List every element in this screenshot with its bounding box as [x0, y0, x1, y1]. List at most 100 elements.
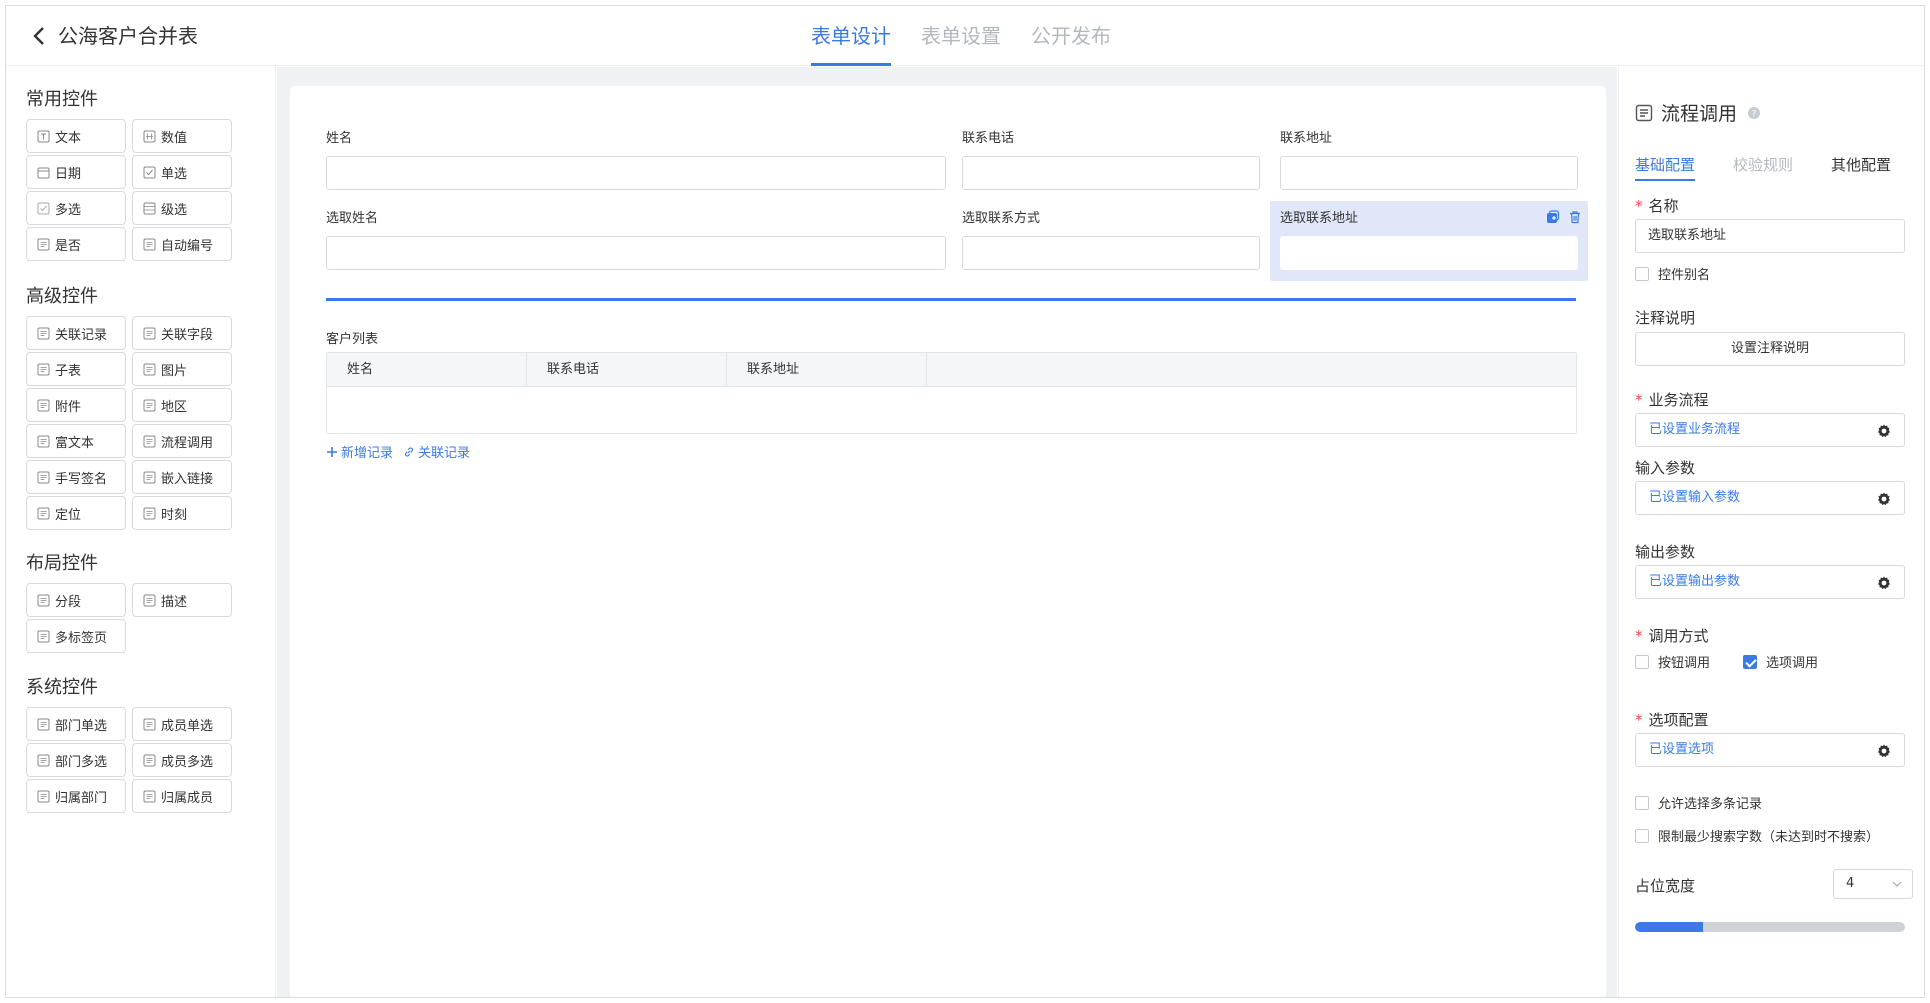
- palette-item[interactable]: 归属成员: [132, 779, 232, 813]
- set-note-button[interactable]: 设置注释说明: [1635, 332, 1905, 366]
- palette-item[interactable]: 多选: [26, 191, 126, 225]
- flow-label: * 业务流程: [1635, 391, 1709, 409]
- palette-item-label: 关联字段: [161, 327, 214, 343]
- gear-icon[interactable]: [1876, 575, 1892, 591]
- palette-item[interactable]: 定位: [26, 496, 126, 530]
- section-icon: [37, 594, 50, 607]
- pick-contact-input[interactable]: [962, 236, 1260, 270]
- add-record-button[interactable]: 新增记录: [326, 442, 393, 461]
- config-title-text: 流程调用: [1661, 103, 1738, 125]
- palette-item-label: 单选: [161, 166, 188, 182]
- palette-item[interactable]: 归属部门: [26, 779, 126, 813]
- gear-icon[interactable]: [1876, 743, 1892, 759]
- option-config-text: 选项配置: [1648, 711, 1709, 729]
- palette-item[interactable]: 图片: [132, 352, 232, 386]
- pick-name-input[interactable]: [326, 236, 946, 270]
- palette-item[interactable]: 时刻: [132, 496, 232, 530]
- field-pick-name[interactable]: 选取姓名: [326, 210, 946, 272]
- palette-item[interactable]: 是否: [26, 227, 126, 261]
- palette-item[interactable]: 子表: [26, 352, 126, 386]
- palette-item[interactable]: 单选: [132, 155, 232, 189]
- description-icon: [143, 594, 156, 607]
- radio-icon: [143, 166, 156, 179]
- tab-other-config[interactable]: 其他配置: [1831, 154, 1891, 181]
- link-record-button[interactable]: 关联记录: [403, 442, 470, 461]
- field-name[interactable]: 姓名: [326, 130, 946, 192]
- width-select[interactable]: 4: [1833, 869, 1913, 899]
- name-field[interactable]: 选取联系地址: [1635, 219, 1905, 253]
- field-phone[interactable]: 联系电话: [962, 130, 1260, 192]
- palette-item[interactable]: 关联记录: [26, 316, 126, 350]
- palette-item[interactable]: 数值: [132, 119, 232, 153]
- phone-input[interactable]: [962, 156, 1260, 190]
- section-divider: [326, 298, 1576, 301]
- palette-item-label: 数值: [161, 130, 188, 146]
- palette-item-label: 子表: [55, 363, 82, 379]
- palette-item[interactable]: 成员单选: [132, 707, 232, 741]
- palette-item[interactable]: 手写签名: [26, 460, 126, 494]
- pick-address-input[interactable]: [1280, 236, 1578, 270]
- department-icon: [37, 718, 50, 731]
- field-address[interactable]: 联系地址: [1280, 130, 1578, 192]
- subtable-title-text: 客户列表: [326, 332, 379, 347]
- address-input[interactable]: [1280, 156, 1578, 190]
- palette-item[interactable]: 日期: [26, 155, 126, 189]
- palette-item[interactable]: 描述: [132, 583, 232, 617]
- checkbox-icon: [37, 202, 50, 215]
- palette-group-title: 布局控件: [26, 553, 98, 574]
- process-icon: [1635, 104, 1653, 121]
- tab-form-settings[interactable]: 表单设置: [921, 6, 1001, 66]
- allow-multi-checkbox[interactable]: 允许选择多条记录: [1635, 793, 1762, 812]
- text-icon: [37, 130, 50, 143]
- limit-search-checkbox[interactable]: 限制最少搜索字数（未达到时不搜索）: [1635, 826, 1879, 845]
- form-title: 公海客户合并表: [58, 24, 198, 48]
- output-params-setting[interactable]: 已设置输出参数: [1635, 565, 1905, 599]
- input-params-setting[interactable]: 已设置输入参数: [1635, 481, 1905, 515]
- width-select-value: 4: [1846, 876, 1855, 891]
- field-pick-contact[interactable]: 选取联系方式: [962, 210, 1260, 272]
- tab-validation[interactable]: 校验规则: [1733, 154, 1793, 181]
- checkbox-box: [1635, 654, 1649, 669]
- config-panel: 流程调用 ? 基础配置 校验规则 其他配置 * 名称 选取联系地址 控件别名 注释…: [1618, 67, 1924, 997]
- name-input[interactable]: [326, 156, 946, 190]
- palette-item[interactable]: 附件: [26, 388, 126, 422]
- palette-item[interactable]: 富文本: [26, 424, 126, 458]
- palette-item[interactable]: 自动编号: [132, 227, 232, 261]
- tab-basic-config[interactable]: 基础配置: [1635, 154, 1696, 181]
- back-arrow-icon[interactable]: [28, 24, 52, 48]
- call-mode-label: * 调用方式: [1635, 627, 1709, 645]
- name-label: * 名称: [1635, 197, 1679, 215]
- alias-checkbox[interactable]: 控件别名: [1635, 264, 1710, 283]
- palette-item[interactable]: 部门多选: [26, 743, 126, 777]
- attachment-icon: [37, 399, 50, 412]
- gear-icon[interactable]: [1876, 423, 1892, 439]
- option-call-checkbox[interactable]: 选项调用: [1743, 652, 1818, 671]
- field-pick-address[interactable]: 选取联系地址: [1280, 210, 1578, 272]
- palette-item-label: 成员单选: [161, 718, 214, 734]
- palette-item[interactable]: 地区: [132, 388, 232, 422]
- palette-item[interactable]: 分段: [26, 583, 126, 617]
- option-config-setting[interactable]: 已设置选项: [1635, 733, 1905, 767]
- limit-search-label: 限制最少搜索字数（未达到时不搜索）: [1658, 830, 1880, 845]
- tab-publish[interactable]: 公开发布: [1031, 6, 1111, 66]
- form-designer-window: 公海客户合并表 表单设计 表单设置 公开发布 常用控件 文本 数值 日期 单选 多选 级选是…: [5, 5, 1925, 998]
- help-icon[interactable]: ?: [1747, 106, 1761, 120]
- palette-item[interactable]: 成员多选: [132, 743, 232, 777]
- palette-item-label: 手写签名: [55, 471, 108, 487]
- palette-item[interactable]: 嵌入链接: [132, 460, 232, 494]
- output-params-value: 已设置输出参数: [1649, 574, 1741, 589]
- tab-form-design[interactable]: 表单设计: [811, 6, 891, 66]
- width-slider[interactable]: [1635, 922, 1905, 932]
- palette-item[interactable]: 文本: [26, 119, 126, 153]
- palette-item[interactable]: 流程调用: [132, 424, 232, 458]
- palette-item[interactable]: 多标签页: [26, 619, 126, 653]
- button-call-checkbox[interactable]: 按钮调用: [1635, 652, 1710, 671]
- palette-item[interactable]: 关联字段: [132, 316, 232, 350]
- link-record-label: 关联记录: [418, 446, 471, 461]
- field-label: 选取联系地址: [1280, 211, 1359, 226]
- palette-item[interactable]: 部门单选: [26, 707, 126, 741]
- flow-setting[interactable]: 已设置业务流程: [1635, 413, 1905, 447]
- gear-icon[interactable]: [1876, 491, 1892, 507]
- palette-item[interactable]: 级选: [132, 191, 232, 225]
- option-config-label: * 选项配置: [1635, 711, 1709, 729]
